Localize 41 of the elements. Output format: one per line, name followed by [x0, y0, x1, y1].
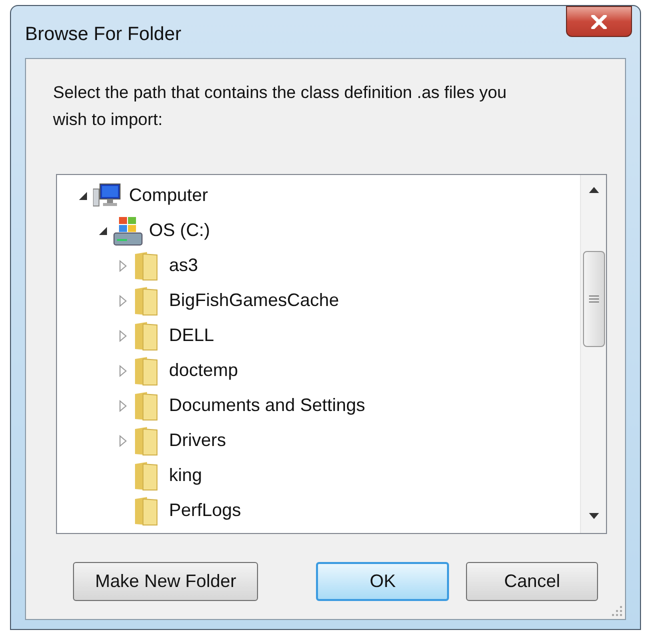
- expanded-arrow-icon[interactable]: [79, 192, 87, 200]
- folder-icon: [133, 250, 159, 280]
- tree-item[interactable]: Computer: [73, 178, 208, 213]
- collapsed-arrow-icon[interactable]: [119, 330, 127, 342]
- folder-icon: [133, 496, 159, 526]
- collapsed-arrow-icon[interactable]: [119, 364, 127, 376]
- tree-item[interactable]: king: [113, 458, 202, 493]
- folder-icon: [133, 460, 159, 490]
- resize-grip-icon[interactable]: [611, 605, 623, 617]
- folder-icon: [133, 426, 159, 456]
- tree-item[interactable]: OS (C:): [93, 213, 210, 248]
- instruction-text: Select the path that contains the class definition .as files you wish to import:: [53, 82, 508, 131]
- dialog-button[interactable]: OK: [316, 562, 450, 601]
- computer-icon: [93, 182, 121, 208]
- close-button[interactable]: [566, 6, 632, 37]
- expanded-arrow-icon[interactable]: [99, 226, 107, 234]
- tree-item[interactable]: Documents and Settings: [113, 388, 366, 423]
- scroll-down-icon[interactable]: [588, 513, 598, 519]
- collapsed-arrow-icon[interactable]: [119, 260, 127, 272]
- drive-icon: [113, 216, 143, 246]
- tree-item[interactable]: DELL: [113, 318, 214, 353]
- grip-icon: [588, 295, 598, 303]
- folder-icon: [133, 390, 159, 420]
- dialog-button[interactable]: Cancel: [466, 562, 598, 601]
- collapsed-arrow-icon[interactable]: [119, 434, 127, 446]
- tree-item[interactable]: BigFishGamesCache: [113, 283, 340, 318]
- collapsed-arrow-icon[interactable]: [119, 400, 127, 412]
- scrollbar[interactable]: [580, 175, 606, 533]
- tree-item[interactable]: as3: [113, 248, 198, 283]
- close-icon: [591, 14, 607, 28]
- tree-item[interactable]: Drivers: [113, 423, 226, 458]
- window-title: Browse For Folder: [25, 23, 182, 47]
- tree-item[interactable]: PerfLogs: [113, 493, 242, 528]
- scroll-up-icon[interactable]: [588, 187, 598, 193]
- folder-icon: [133, 356, 159, 386]
- tree-item[interactable]: doctemp: [113, 353, 238, 388]
- scroll-thumb[interactable]: [582, 251, 604, 347]
- collapsed-arrow-icon[interactable]: [119, 294, 127, 306]
- folder-icon: [133, 320, 159, 350]
- folder-icon: [133, 286, 159, 316]
- dialog-button[interactable]: Make New Folder: [73, 562, 258, 601]
